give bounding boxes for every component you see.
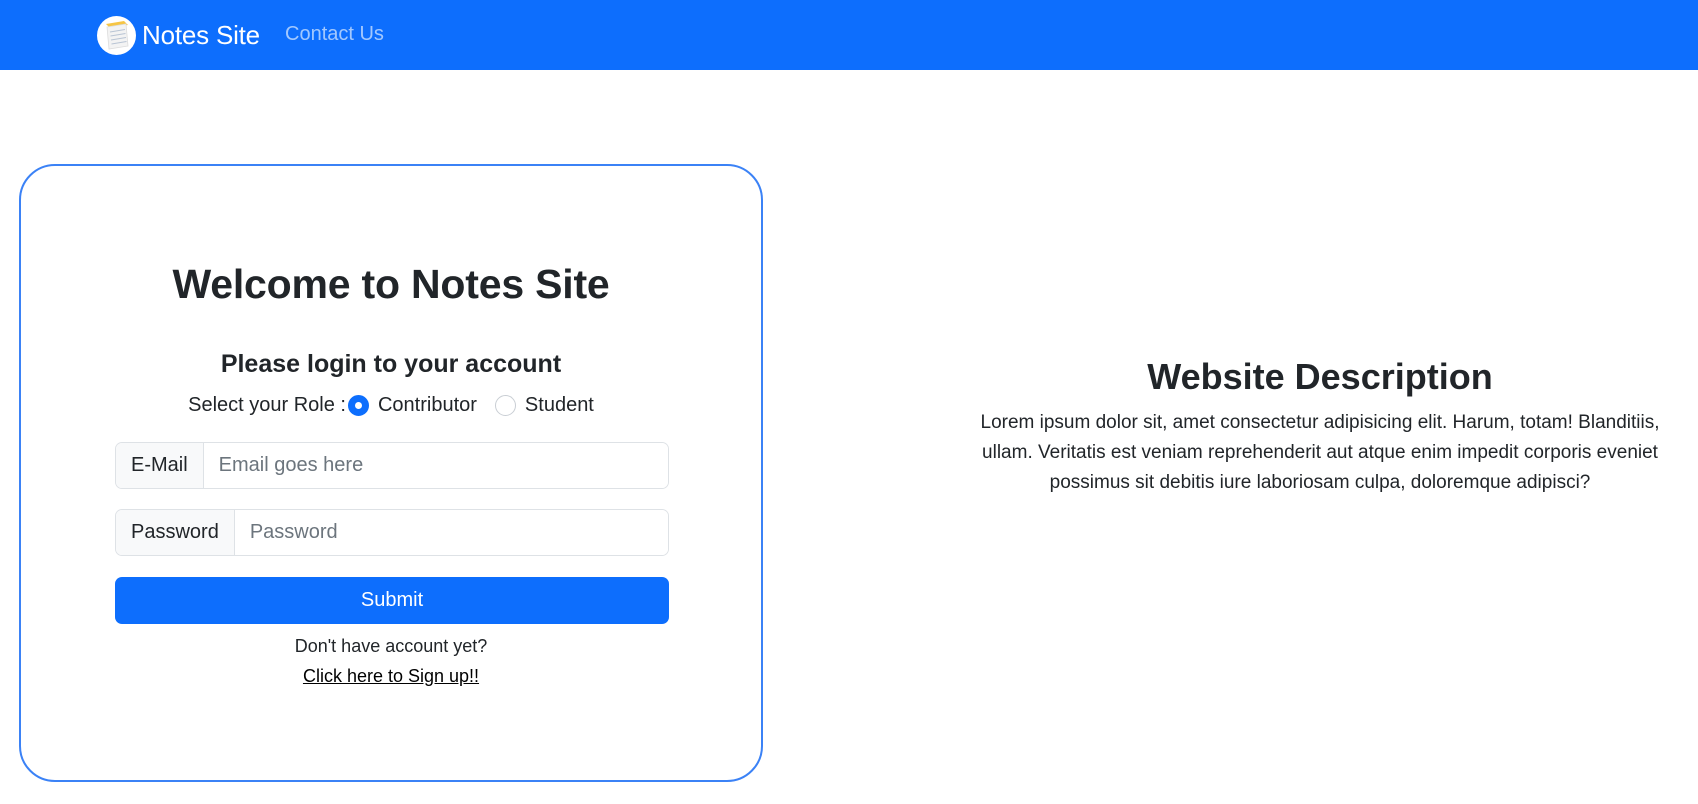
password-field[interactable]: [234, 510, 668, 555]
welcome-heading: Welcome to Notes Site: [172, 261, 610, 307]
contributor-radio[interactable]: [347, 395, 369, 416]
signup-link-row: Click here to Sign up!!: [21, 666, 761, 687]
notebook-icon: [97, 15, 136, 55]
role-selector: Select your Role : Contributor Student: [21, 394, 761, 417]
contributor-label: Contributor: [377, 394, 477, 416]
login-card: Welcome to Notes Site Please login to yo…: [19, 164, 763, 782]
brand-name: Notes Site: [142, 19, 260, 50]
role-label: Select your Role :: [188, 394, 346, 416]
student-label: Student: [524, 394, 594, 416]
submit-button[interactable]: Submit: [115, 577, 669, 624]
student-radio[interactable]: [494, 395, 516, 416]
login-subheading: Please login to your account: [220, 350, 562, 378]
top-navbar: Notes Site Contact Us: [0, 0, 1698, 70]
no-account-text: Don't have account yet?: [294, 636, 488, 656]
description-title: Website Description: [1147, 356, 1493, 397]
role-option-student[interactable]: Student: [494, 394, 594, 417]
nav-link-contact-us[interactable]: Contact Us: [285, 23, 384, 46]
password-label: Password: [116, 510, 235, 555]
email-field[interactable]: [203, 443, 668, 488]
email-input-group: E-Mail: [115, 442, 669, 489]
signup-link[interactable]: Click here to Sign up!!: [303, 666, 479, 686]
email-label: E-Mail: [116, 443, 204, 488]
password-input-group: Password: [115, 509, 669, 556]
role-option-contributor[interactable]: Contributor: [347, 394, 477, 417]
brand-link[interactable]: Notes Site: [97, 15, 260, 55]
description-text: Lorem ipsum dolor sit, amet consectetur …: [980, 412, 1660, 493]
